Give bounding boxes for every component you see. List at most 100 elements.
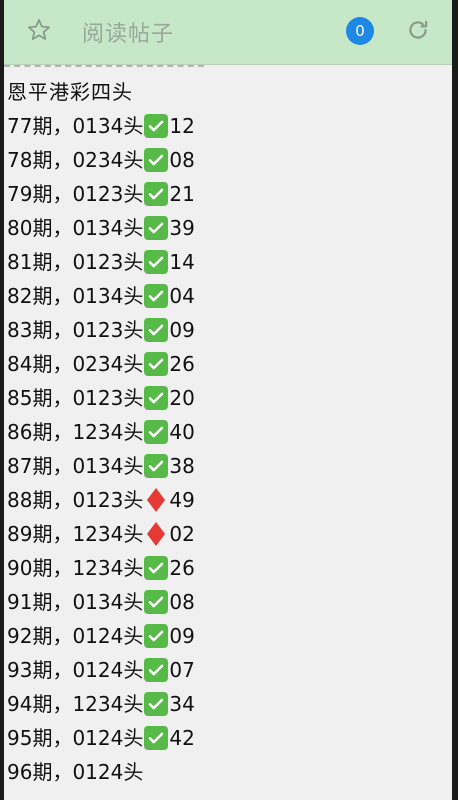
top-app-bar: 阅读帖子 0 (4, 0, 452, 65)
head-group-label: 1234头 (72, 420, 144, 444)
result-number: 20 (169, 386, 195, 410)
notification-count-badge[interactable]: 0 (346, 17, 374, 45)
check-mark-icon (144, 250, 169, 274)
check-mark-icon (144, 284, 169, 308)
check-mark-icon (144, 318, 169, 342)
check-mark-icon (144, 692, 169, 716)
result-row: 87期， 0134头 38 (7, 449, 452, 483)
head-group-label: 1234头 (72, 522, 144, 546)
result-row: 88期， 0123头 49 (7, 483, 452, 517)
check-mark-icon (144, 182, 169, 206)
head-group-label: 1234头 (72, 556, 144, 580)
check-mark-icon (144, 726, 169, 750)
head-group-label: 0134头 (72, 284, 144, 308)
check-mark-icon (144, 216, 169, 240)
result-number: 21 (169, 182, 195, 206)
result-list: 77期， 0134头 12 78期， 0234头 08 79期， 0123头 21 80期， 013… (7, 109, 452, 789)
check-mark-icon (144, 590, 169, 614)
period-label: 80期， (7, 216, 73, 240)
star-outline-icon (26, 17, 52, 47)
favorite-button[interactable] (24, 17, 54, 47)
period-label: 77期， (7, 114, 73, 138)
result-row: 82期， 0134头 04 (7, 279, 452, 313)
result-number: 34 (169, 692, 195, 716)
result-row: 96期， 0124头 (7, 755, 452, 789)
result-number: 26 (169, 352, 195, 376)
check-mark-icon (144, 148, 169, 172)
result-number: 08 (169, 590, 195, 614)
result-number: 39 (169, 216, 195, 240)
result-row: 79期， 0123头 21 (7, 177, 452, 211)
check-mark-icon (144, 420, 169, 444)
period-label: 92期， (7, 624, 73, 648)
period-label: 86期， (7, 420, 73, 444)
head-group-label: 0124头 (72, 658, 144, 682)
head-group-label: 0124头 (72, 760, 144, 784)
result-number: 08 (169, 148, 195, 172)
period-label: 79期， (7, 182, 73, 206)
result-row: 92期， 0124头 09 (7, 619, 452, 653)
period-label: 84期， (7, 352, 73, 376)
refresh-icon (405, 17, 431, 47)
period-label: 78期， (7, 148, 73, 172)
period-label: 96期， (7, 760, 73, 784)
head-group-label: 0234头 (72, 352, 144, 376)
period-label: 83期， (7, 318, 73, 342)
head-group-label: 0134头 (72, 216, 144, 240)
result-row: 84期， 0234头 26 (7, 347, 452, 381)
head-group-label: 0134头 (72, 454, 144, 478)
result-number: 26 (169, 556, 195, 580)
result-row: 80期， 0134头 39 (7, 211, 452, 245)
app-window: 阅读帖子 0 恩平港彩四头 77期， 0134头 12 78期， 0234头 08 79期，… (4, 0, 452, 800)
red-diamond-icon (144, 522, 168, 546)
period-label: 90期， (7, 556, 73, 580)
result-number: 12 (169, 114, 195, 138)
result-row: 90期， 1234头 26 (7, 551, 452, 585)
device-frame-right (452, 0, 458, 800)
result-number: 04 (169, 284, 195, 308)
check-mark-icon (144, 454, 169, 478)
period-label: 89期， (7, 522, 73, 546)
result-number: 14 (169, 250, 195, 274)
head-group-label: 0123头 (72, 250, 144, 274)
page-title: 阅读帖子 (82, 22, 175, 47)
post-content: 恩平港彩四头 77期， 0134头 12 78期， 0234头 08 79期， 0123头 21… (4, 65, 452, 789)
check-mark-icon (144, 114, 169, 138)
period-label: 82期， (7, 284, 73, 308)
result-number: 42 (169, 726, 195, 750)
result-row: 83期， 0123头 09 (7, 313, 452, 347)
head-group-label: 0234头 (72, 148, 144, 172)
result-row: 91期， 0134头 08 (7, 585, 452, 619)
result-number: 49 (169, 488, 195, 512)
head-group-label: 0123头 (72, 182, 144, 206)
period-label: 85期， (7, 386, 73, 410)
result-row: 93期， 0124头 07 (7, 653, 452, 687)
head-group-label: 0134头 (72, 590, 144, 614)
head-group-label: 0124头 (72, 624, 144, 648)
head-group-label: 1234头 (72, 692, 144, 716)
post-heading: 恩平港彩四头 (7, 80, 133, 104)
result-row: 86期， 1234头 40 (7, 415, 452, 449)
period-label: 94期， (7, 692, 73, 716)
check-mark-icon (144, 556, 169, 580)
check-mark-icon (144, 658, 169, 682)
result-row: 77期， 0134头 12 (7, 109, 452, 143)
check-mark-icon (144, 624, 169, 648)
result-row: 78期， 0234头 08 (7, 143, 452, 177)
period-label: 95期， (7, 726, 73, 750)
result-number: 09 (169, 624, 195, 648)
period-label: 91期， (7, 590, 73, 614)
head-group-label: 0134头 (72, 114, 144, 138)
head-group-label: 0124头 (72, 726, 144, 750)
result-row: 95期， 0124头 42 (7, 721, 452, 755)
result-row: 81期， 0123头 14 (7, 245, 452, 279)
period-label: 88期， (7, 488, 73, 512)
result-number: 07 (169, 658, 195, 682)
period-label: 81期， (7, 250, 73, 274)
result-number: 38 (169, 454, 195, 478)
head-group-label: 0123头 (72, 386, 144, 410)
red-diamond-icon (144, 488, 168, 512)
refresh-button[interactable] (404, 18, 432, 46)
result-row: 85期， 0123头 20 (7, 381, 452, 415)
cropped-text-remnant (4, 65, 204, 72)
